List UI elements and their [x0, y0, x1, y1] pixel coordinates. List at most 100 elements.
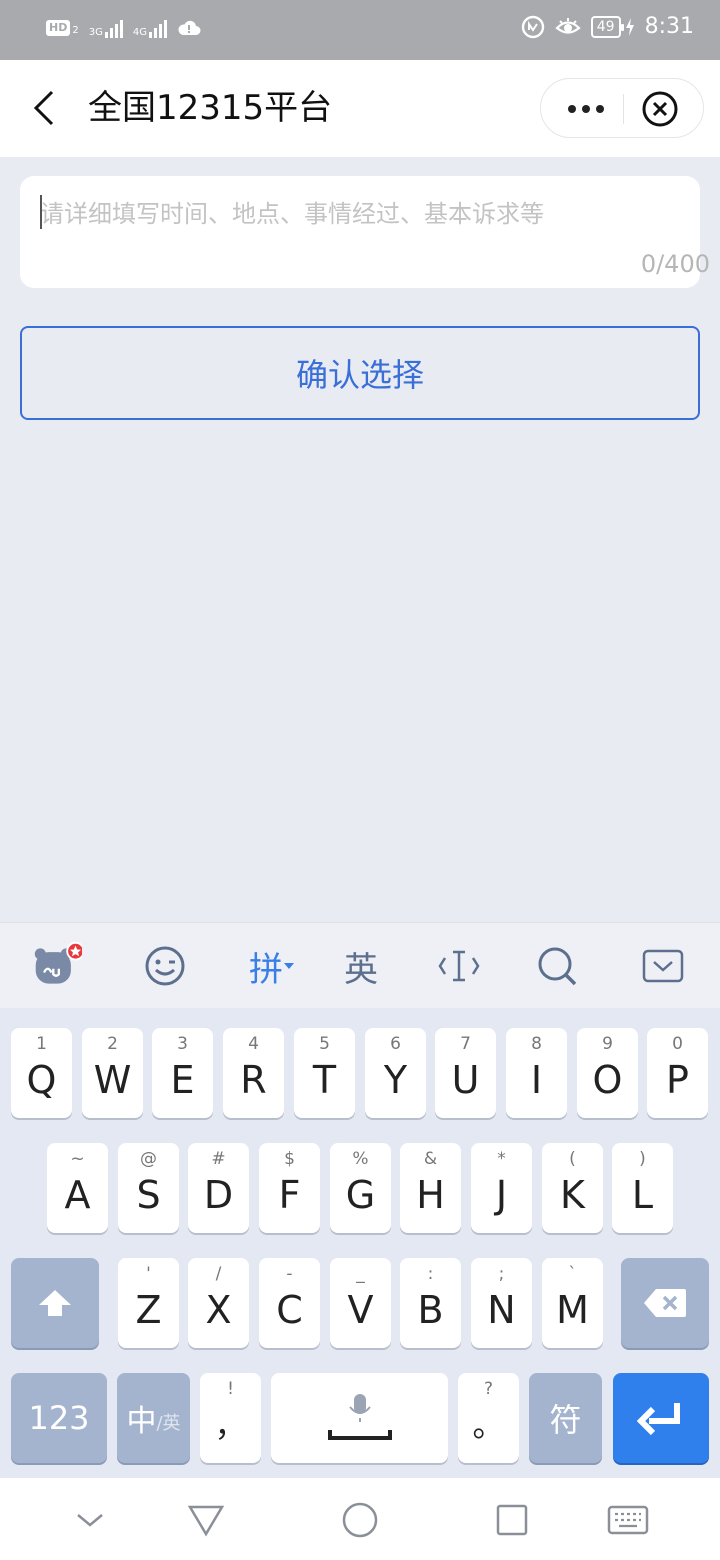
more-button[interactable]: [561, 91, 611, 127]
key-label: N: [487, 1288, 516, 1332]
key-c[interactable]: -C: [259, 1258, 320, 1348]
key-label: A: [64, 1173, 91, 1217]
nav-back-button[interactable]: [184, 1498, 228, 1542]
key-o[interactable]: 9O: [577, 1028, 638, 1118]
soft-keyboard: 拼 英 1Q 2W 3 E 4 R 5 T 6 Y 7 U 8 I 9 O 0 …: [0, 922, 720, 1478]
key-v[interactable]: _ V: [330, 1258, 391, 1348]
period-key[interactable]: ?。: [458, 1373, 519, 1463]
key-sub-label: &: [423, 1149, 438, 1169]
key-sub-label: `: [568, 1264, 577, 1284]
confirm-button[interactable]: 确认选择: [20, 326, 700, 420]
hide-keyboard-button[interactable]: [638, 941, 688, 991]
key-label: E: [170, 1058, 195, 1102]
enter-key[interactable]: [613, 1373, 709, 1463]
shift-key[interactable]: [11, 1258, 99, 1348]
chevron-left-icon: [33, 90, 54, 126]
text-caret: [40, 195, 42, 229]
numbers-key[interactable]: 123: [11, 1373, 107, 1463]
enter-arrow-icon: [637, 1403, 680, 1436]
comma-key[interactable]: !，: [200, 1373, 261, 1463]
key-s[interactable]: @ S: [118, 1143, 179, 1233]
key-j[interactable]: * J: [471, 1143, 532, 1233]
keyboard-icon: [607, 1505, 649, 1535]
key-sub-label: /: [215, 1264, 222, 1284]
key-sub-label: 3: [177, 1034, 188, 1054]
key-sub-label: ~: [70, 1149, 85, 1169]
key-d[interactable]: # D: [188, 1143, 249, 1233]
key-label: Z: [135, 1288, 162, 1332]
emoji-button[interactable]: [140, 941, 190, 991]
clock: 8:31: [644, 14, 694, 39]
key-b[interactable]: :B: [400, 1258, 461, 1348]
lang-main-label: 中: [126, 1404, 157, 1439]
key-w[interactable]: 2W: [82, 1028, 143, 1118]
english-mode-button[interactable]: 英: [336, 941, 386, 991]
space-key[interactable]: [271, 1373, 448, 1463]
key-label: J: [495, 1173, 508, 1217]
key-u[interactable]: 7U: [435, 1028, 496, 1118]
lang-switch-key[interactable]: 中 /英: [117, 1373, 190, 1463]
du-bear-icon: [34, 941, 82, 984]
nav-recents-button[interactable]: [490, 1498, 534, 1542]
key-label: B: [417, 1288, 444, 1332]
key-h[interactable]: & H: [400, 1143, 461, 1233]
key-a[interactable]: ~ A: [47, 1143, 108, 1233]
key-sub-label: #: [211, 1149, 226, 1169]
key-p[interactable]: 0P: [647, 1028, 708, 1118]
capsule-divider: [623, 94, 624, 124]
char-counter: 0/400: [640, 250, 710, 278]
charging-icon: [625, 17, 634, 36]
keyboard-toolbar: 拼 英: [0, 922, 720, 1008]
key-i[interactable]: 8I: [506, 1028, 567, 1118]
complaint-textarea[interactable]: [40, 194, 680, 234]
key-l[interactable]: ) L: [612, 1143, 673, 1233]
key-m[interactable]: ` M: [542, 1258, 603, 1348]
key-area: 1Q 2W 3E 4R 5T 6Y 7U 8I 9O 0P ~ A @ S # D $…: [0, 1008, 720, 1478]
key-t[interactable]: 5T: [294, 1028, 355, 1118]
more-dot-icon: [568, 105, 576, 113]
du-logo-button[interactable]: [32, 941, 82, 991]
key-f[interactable]: $ F: [259, 1143, 320, 1233]
sim-badge: 2: [72, 25, 79, 36]
nav-collapse-button[interactable]: [68, 1498, 112, 1542]
cursor-button[interactable]: [434, 941, 484, 991]
symbols-key[interactable]: 符: [529, 1373, 602, 1463]
key-sub-label: 4: [248, 1034, 259, 1054]
key-sub-label: 2: [107, 1034, 118, 1054]
key-label: L: [631, 1173, 654, 1217]
more-dot-icon: [582, 105, 590, 113]
key-z[interactable]: ' Z: [118, 1258, 179, 1348]
key-sub-label: ?: [483, 1379, 494, 1399]
pinyin-mode-button[interactable]: 拼: [244, 941, 300, 991]
lang-sub-label: /英: [156, 1413, 181, 1434]
key-q[interactable]: 1Q: [11, 1028, 72, 1118]
key-g[interactable]: % G: [330, 1143, 391, 1233]
status-right: 49 8:31: [521, 14, 694, 39]
circle-home-icon: [342, 1502, 378, 1538]
search-button[interactable]: [532, 941, 582, 991]
nav-home-button[interactable]: [338, 1498, 382, 1542]
backspace-key[interactable]: [621, 1258, 709, 1348]
key-sub-label: %: [352, 1149, 369, 1169]
signal-icon: 3G: [89, 18, 123, 38]
back-button[interactable]: [28, 86, 68, 130]
key-x[interactable]: / X: [188, 1258, 249, 1348]
key-r[interactable]: 4R: [223, 1028, 284, 1118]
key-e[interactable]: 3E: [152, 1028, 213, 1118]
key-sub-label: 9: [602, 1034, 613, 1054]
key-label: V: [347, 1288, 374, 1332]
key-y[interactable]: 6Y: [365, 1028, 426, 1118]
dropdown-icon: [284, 963, 294, 969]
key-k[interactable]: (K: [542, 1143, 603, 1233]
key-label: U: [451, 1058, 480, 1102]
key-n[interactable]: ; N: [471, 1258, 532, 1348]
key-sub-label: -: [286, 1264, 293, 1284]
nav-keyboard-button[interactable]: [606, 1498, 650, 1542]
signal-icon: 4G: [133, 18, 167, 38]
close-button[interactable]: [641, 90, 679, 128]
key-sub-label: _: [356, 1264, 365, 1284]
key-label: R: [240, 1058, 267, 1102]
pinyin-label: 拼: [249, 949, 283, 990]
key-label: K: [560, 1173, 585, 1217]
complaint-textarea-box: [20, 176, 700, 288]
